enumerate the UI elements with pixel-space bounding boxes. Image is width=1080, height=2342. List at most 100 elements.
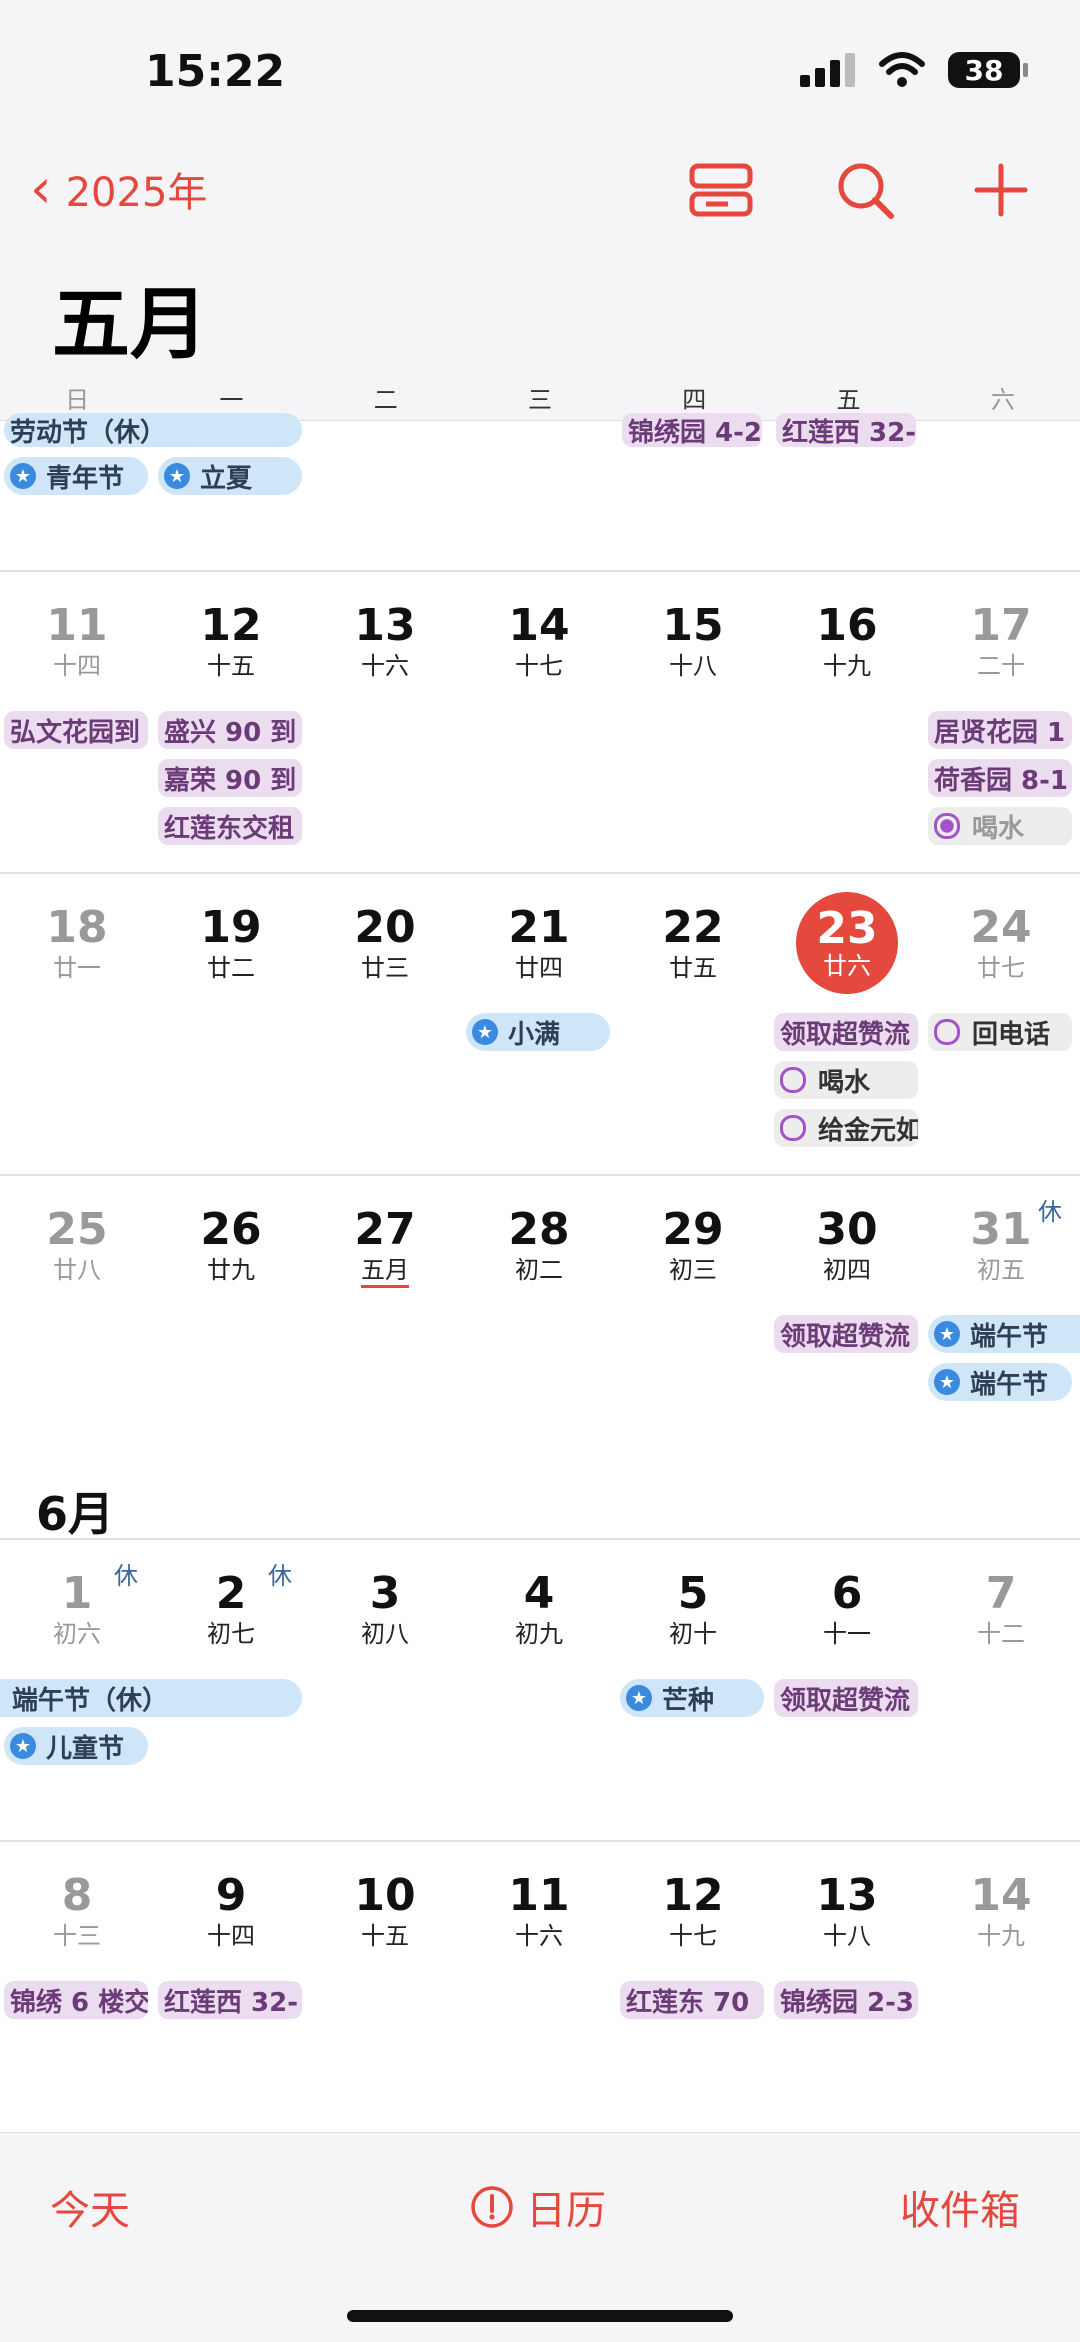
day-cell[interactable]: 16 十九 — [770, 600, 924, 680]
lunar-date: 初三 — [669, 1256, 717, 1284]
lunar-date: 十六 — [361, 652, 409, 680]
lunar-date: 廿七 — [977, 954, 1025, 982]
day-cell[interactable]: 22 廿五 — [616, 902, 770, 982]
day-number: 17 — [970, 600, 1032, 651]
event-chip[interactable]: ★ 芒种 — [620, 1679, 764, 1717]
calendars-label: 日历 — [526, 2188, 606, 2234]
event-title: 芒种 — [662, 1685, 715, 1716]
search-icon[interactable] — [833, 160, 899, 220]
day-number: 25 — [46, 1204, 108, 1255]
day-cell[interactable]: 9 十四 — [154, 1870, 308, 1950]
event-chip[interactable]: 荷香园 8-1 — [928, 759, 1072, 797]
plus-icon[interactable] — [968, 160, 1034, 220]
reminder-chip[interactable]: 给金元如 — [774, 1109, 918, 1147]
day-cell[interactable]: 25 廿八 — [0, 1204, 154, 1284]
event-chip[interactable]: 领取超赞流 — [774, 1315, 918, 1353]
event-title: 锦绣园 4-2 — [628, 417, 762, 448]
battery-icon: 38 — [948, 52, 1028, 88]
alert-circle-icon — [471, 2186, 513, 2228]
event-chip[interactable]: 弘文花园到 — [4, 711, 148, 749]
day-number: 24 — [970, 902, 1032, 953]
event-chip[interactable]: 锦绣园 4-2 — [622, 413, 762, 447]
event-chip[interactable]: ★ 青年节 — [4, 457, 148, 495]
event-chip[interactable]: 领取超赞流 — [774, 1679, 918, 1717]
day-cell[interactable]: 7 十二 — [924, 1568, 1078, 1648]
event-chip[interactable]: 红莲西 32- — [158, 1981, 302, 2019]
event-chip[interactable]: ★ 端午节 — [928, 1363, 1072, 1401]
day-cell[interactable]: 30 初四 — [770, 1204, 924, 1284]
battery-level: 38 — [964, 53, 1004, 87]
day-cell[interactable]: 24 廿七 — [924, 902, 1078, 982]
day-cell[interactable]: 14 十七 — [462, 600, 616, 680]
day-cell[interactable]: 26 廿九 — [154, 1204, 308, 1284]
day-number: 26 — [200, 1204, 262, 1255]
event-title: 小满 — [508, 1019, 561, 1050]
lunar-date: 廿八 — [53, 1256, 101, 1284]
day-cell[interactable]: 3 初八 — [308, 1568, 462, 1648]
event-chip[interactable]: 端午节（休） — [0, 1679, 302, 1717]
inbox-button[interactable]: 收件箱 — [900, 2178, 1020, 2236]
lunar-date: 十七 — [515, 652, 563, 680]
event-chip[interactable]: 居贤花园 1 — [928, 711, 1072, 749]
day-cell[interactable]: 28 初二 — [462, 1204, 616, 1284]
day-cell[interactable]: 19 廿二 — [154, 902, 308, 982]
day-cell[interactable]: 17 二十 — [924, 600, 1078, 680]
event-chip[interactable]: ★ 立夏 — [158, 457, 302, 495]
day-number: 12 — [200, 600, 262, 651]
day-cell[interactable]: 20 廿三 — [308, 902, 462, 982]
day-number: 13 — [354, 600, 416, 651]
event-chip[interactable]: ★ 端午节 — [928, 1315, 1080, 1353]
event-chip[interactable]: 盛兴 90 到 — [158, 711, 302, 749]
lunar-date: 十三 — [53, 1922, 101, 1950]
event-chip[interactable]: 红莲西 32- — [776, 413, 916, 447]
day-cell[interactable]: 12 十五 — [154, 600, 308, 680]
day-cell[interactable]: 11 十六 — [462, 1870, 616, 1950]
wifi-icon — [879, 52, 925, 87]
day-cell[interactable]: 29 初三 — [616, 1204, 770, 1284]
day-cell[interactable]: 8 十三 — [0, 1870, 154, 1950]
lunar-date: 十八 — [823, 1922, 871, 1950]
event-title: 端午节（休） — [12, 1685, 169, 1716]
event-title: 荷香园 8-1 — [934, 765, 1069, 796]
month-title: 五月 — [52, 280, 209, 370]
back-to-year-button[interactable]: ‹ 2025年 — [30, 160, 207, 218]
day-cell[interactable]: 12 十七 — [616, 1870, 770, 1950]
day-cell[interactable]: 18 廿一 — [0, 902, 154, 982]
event-chip[interactable]: ★ 小满 — [466, 1013, 610, 1051]
rest-day-badge: 休 — [114, 1562, 138, 1590]
day-cell[interactable]: 13 十六 — [308, 600, 462, 680]
day-number: 13 — [816, 1870, 878, 1921]
day-number: 27 — [354, 1204, 416, 1255]
event-chip[interactable]: ★ 儿童节 — [4, 1727, 148, 1765]
event-chip[interactable]: 红莲东 70 — [620, 1981, 764, 2019]
day-cell[interactable]: 15 十八 — [616, 600, 770, 680]
day-cell[interactable]: 4 初九 — [462, 1568, 616, 1648]
day-cell[interactable]: 21 廿四 — [462, 902, 616, 982]
reminder-chip[interactable]: 喝水 — [774, 1061, 918, 1099]
day-cell[interactable]: 27 五月 — [308, 1204, 462, 1288]
home-indicator[interactable] — [347, 2310, 733, 2322]
day-cell[interactable]: 10 十五 — [308, 1870, 462, 1950]
event-chip[interactable]: 领取超赞流 — [774, 1013, 918, 1051]
calendars-button[interactable]: 日历 — [470, 2178, 606, 2236]
day-cell[interactable]: 6 十一 — [770, 1568, 924, 1648]
day-cell[interactable]: 11 十四 — [0, 600, 154, 680]
event-chip[interactable]: 红莲东交租 — [158, 807, 302, 845]
today-button[interactable]: 今天 — [50, 2178, 130, 2236]
event-chip[interactable]: 锦绣园 2-3 — [774, 1981, 918, 2019]
reminder-chip[interactable]: 喝水 — [928, 807, 1072, 845]
day-view-icon[interactable] — [688, 160, 754, 220]
day-cell[interactable]: 5 初十 — [616, 1568, 770, 1648]
lunar-date: 十五 — [207, 652, 255, 680]
star-icon: ★ — [472, 1019, 498, 1045]
event-chip[interactable]: 劳动节（休） — [4, 413, 302, 447]
day-number: 9 — [215, 1870, 247, 1921]
reminder-chip[interactable]: 回电话 — [928, 1013, 1072, 1051]
event-chip[interactable]: 嘉荣 90 到 — [158, 759, 302, 797]
lunar-date: 廿二 — [207, 954, 255, 982]
status-time: 15:22 — [145, 46, 286, 97]
event-chip[interactable]: 锦绣 6 楼交 — [4, 1981, 148, 2019]
day-cell[interactable]: 13 十八 — [770, 1870, 924, 1950]
day-cell-today[interactable]: 23 廿六 — [770, 892, 924, 994]
day-cell[interactable]: 14 十九 — [924, 1870, 1078, 1950]
